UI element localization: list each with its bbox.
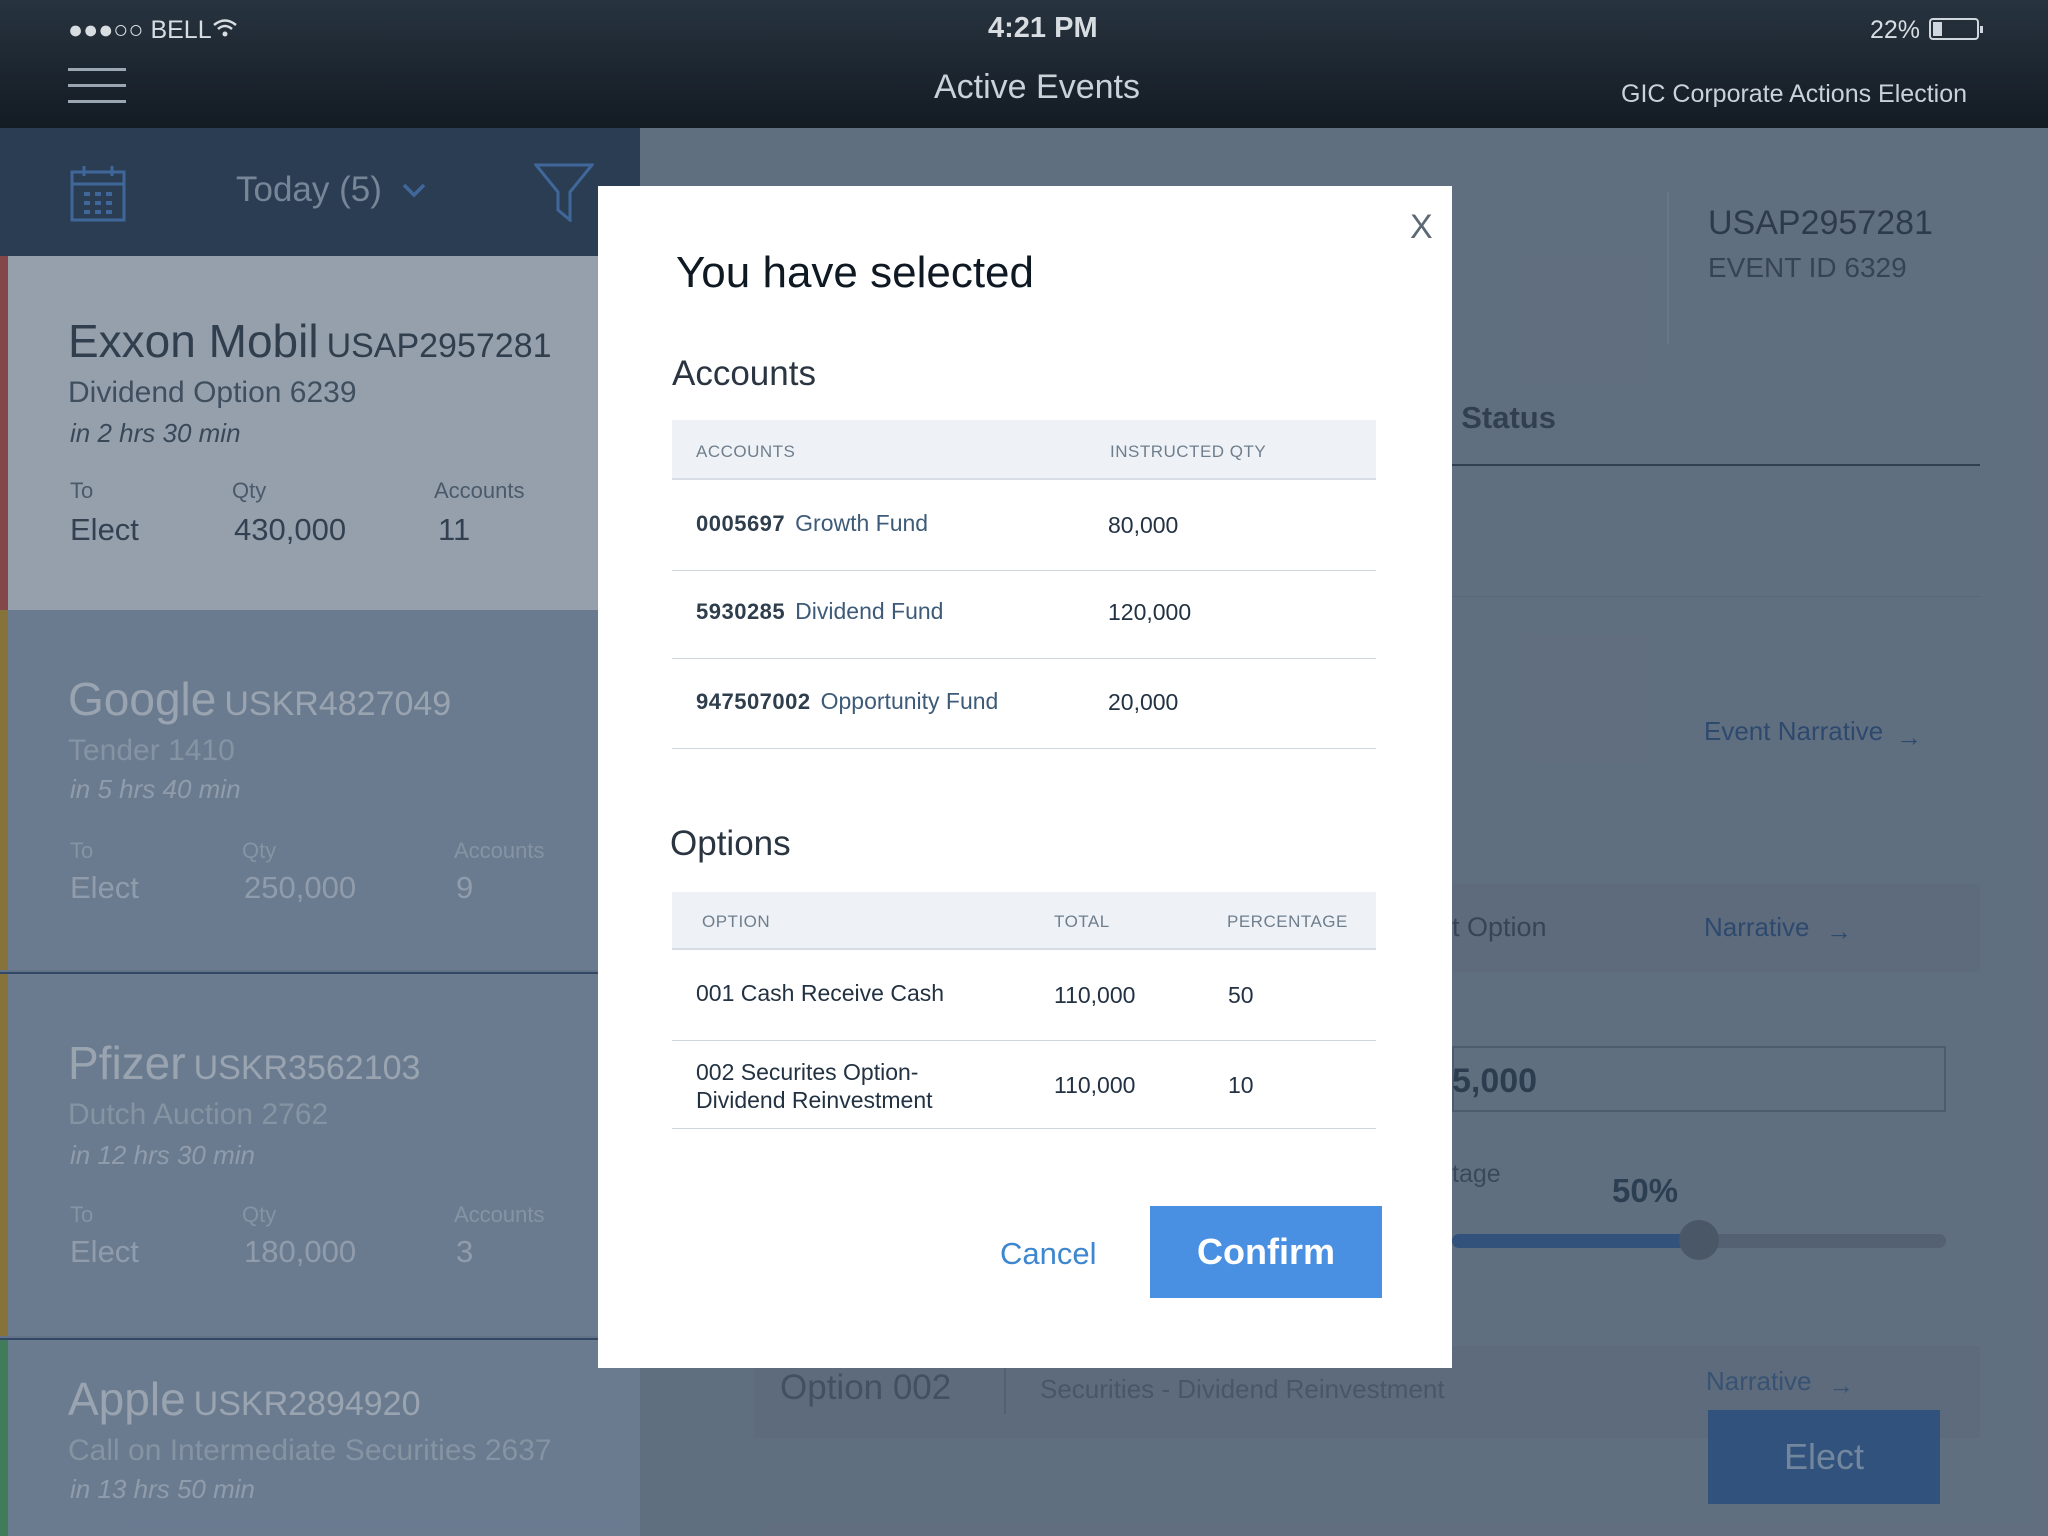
account-cell: 947507002 Opportunity Fund <box>696 688 998 715</box>
column-header-instructed-qty: INSTRUCTED QTY <box>1110 442 1267 461</box>
table-row: 0005697 Growth Fund 80,000 <box>672 478 1376 571</box>
accounts-heading: Accounts <box>672 354 816 393</box>
instructed-qty: 120,000 <box>1108 599 1192 625</box>
column-header-accounts: ACCOUNTS <box>696 442 796 461</box>
battery-icon <box>1929 18 1983 40</box>
options-heading: Options <box>670 824 791 863</box>
table-row: 5930285 Dividend Fund 120,000 <box>672 570 1376 659</box>
option-percentage: 50 <box>1228 982 1254 1008</box>
option-name-line1: 002 Securites Option- <box>696 1059 919 1085</box>
option-name: 002 Securites Option- Dividend Reinvestm… <box>696 1058 933 1114</box>
account-number: 0005697 <box>696 511 786 536</box>
page-title: Active Events <box>934 68 1140 106</box>
instructed-qty: 20,000 <box>1108 689 1179 715</box>
account-cell: 5930285 Dividend Fund <box>696 598 943 625</box>
instructed-qty: 80,000 <box>1108 512 1179 538</box>
accounts-table-header: ACCOUNTS INSTRUCTED QTY <box>672 420 1376 480</box>
column-header-percentage: PERCENTAGE <box>1227 912 1348 931</box>
account-number: 947507002 <box>696 689 811 714</box>
battery-percent: 22% <box>1870 16 1921 44</box>
dialog-title: You have selected <box>676 248 1034 297</box>
selection-confirm-dialog: X You have selected Accounts ACCOUNTS IN… <box>598 186 1452 1368</box>
option-name-line2: Dividend Reinvestment <box>696 1087 933 1113</box>
option-total: 110,000 <box>1054 1072 1136 1098</box>
option-total: 110,000 <box>1054 982 1136 1008</box>
carrier-label: ●●●○○ BELL <box>68 16 212 44</box>
account-number: 5930285 <box>696 599 786 624</box>
top-bar: ●●●○○ BELL 4:21 PM 22% Active Events GIC… <box>0 0 2048 128</box>
table-row: 002 Securites Option- Dividend Reinvestm… <box>672 1040 1376 1129</box>
app-name: GIC Corporate Actions Election <box>1621 80 1967 108</box>
option-name: 001 Cash Receive Cash <box>696 980 945 1006</box>
close-icon[interactable]: X <box>1410 208 1433 247</box>
table-row: 001 Cash Receive Cash 110,000 50 <box>672 948 1376 1041</box>
menu-icon[interactable] <box>68 66 128 106</box>
options-table-header: OPTION TOTAL PERCENTAGE <box>672 892 1376 950</box>
column-header-option: OPTION <box>702 912 771 931</box>
column-header-total: TOTAL <box>1054 912 1110 931</box>
account-name: Opportunity Fund <box>820 688 999 714</box>
option-percentage: 10 <box>1228 1072 1254 1098</box>
confirm-button[interactable]: Confirm <box>1150 1206 1382 1298</box>
account-cell: 0005697 Growth Fund <box>696 510 928 537</box>
cancel-button[interactable]: Cancel <box>1000 1236 1097 1272</box>
status-time: 4:21 PM <box>988 12 1098 44</box>
wifi-icon <box>212 16 238 40</box>
account-name: Growth Fund <box>795 510 929 536</box>
table-row: 947507002 Opportunity Fund 20,000 <box>672 658 1376 749</box>
account-name: Dividend Fund <box>795 598 944 624</box>
